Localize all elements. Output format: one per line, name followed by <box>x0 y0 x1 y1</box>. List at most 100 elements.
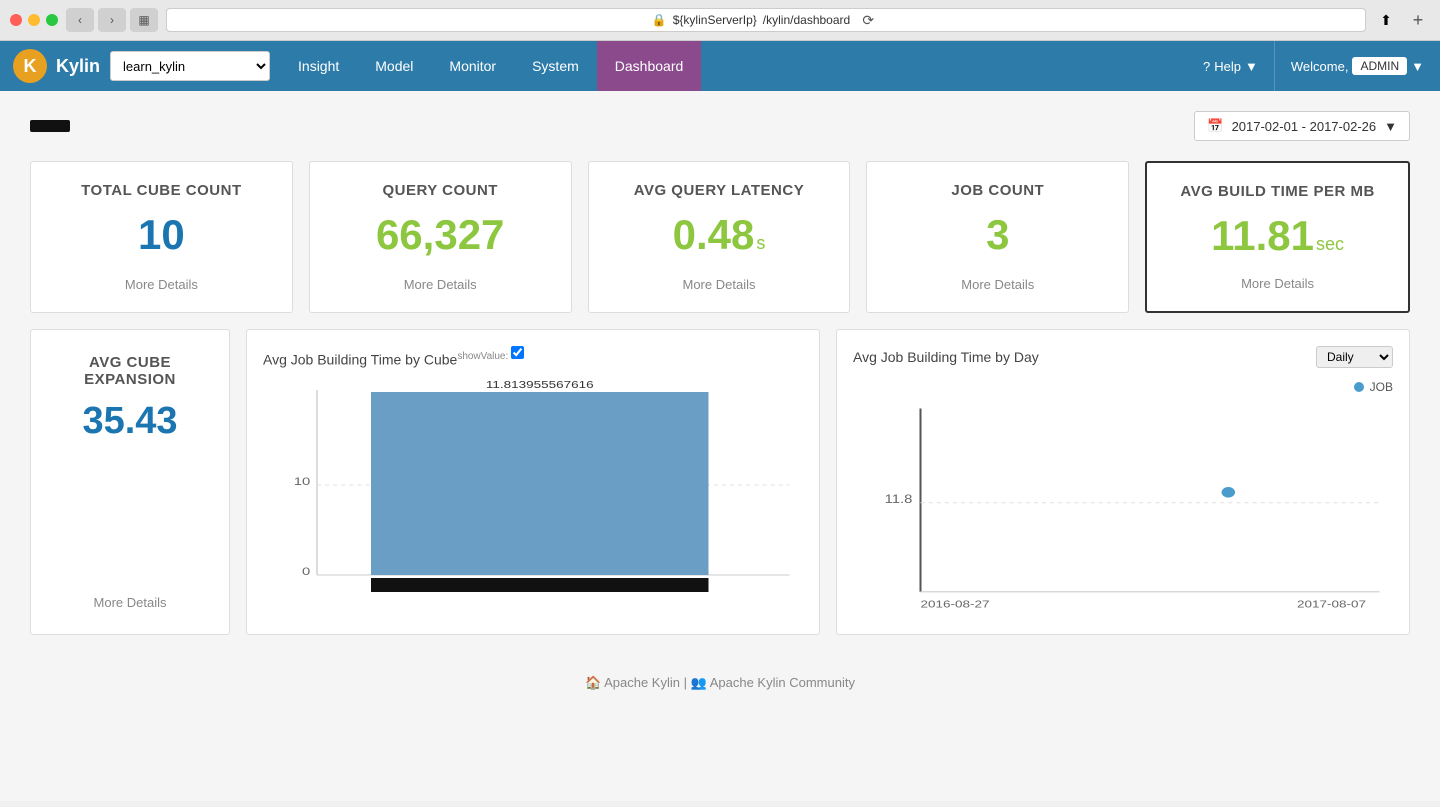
footer-link-community[interactable]: Apache Kylin Community <box>710 675 855 690</box>
nav-dashboard[interactable]: Dashboard <box>597 41 702 91</box>
charts-col: Avg Job Building Time by CubeshowValue: … <box>246 329 1410 635</box>
back-button[interactable]: ‹ <box>66 8 94 32</box>
svg-text:0: 0 <box>302 565 310 578</box>
reload-button[interactable]: ⟳ <box>856 8 880 32</box>
svg-text:2017-08-07: 2017-08-07 <box>1297 598 1366 610</box>
stat-unit-build-time: sec <box>1316 234 1344 255</box>
calendar-icon: 📅 <box>1207 118 1223 134</box>
stat-card-job-count: JOB COUNT 3 More Details <box>866 161 1129 313</box>
stat-card-query-count: QUERY COUNT 66,327 More Details <box>309 161 572 313</box>
url-bar[interactable]: 🔒 ${kylinServerIp} /kylin/dashboard ⟳ <box>166 8 1366 32</box>
url-server: ${kylinServerIp} <box>673 13 757 27</box>
data-point-job <box>1222 487 1236 497</box>
app-container: K Kylin learn_kylin Insight Model Monito… <box>0 41 1440 801</box>
stat-value-avg-expansion: 35.43 <box>82 400 177 443</box>
avg-build-value-row: 11.81 sec <box>1211 212 1344 260</box>
bar-chart-title: Avg Job Building Time by CubeshowValue: <box>263 346 524 368</box>
bar-rect <box>371 392 709 575</box>
left-col: AVG CUBE EXPANSION 35.43 More Details <box>30 329 230 635</box>
footer-icon-2: 👥 <box>691 675 707 690</box>
footer-separator: | <box>684 675 687 690</box>
window-controls <box>10 14 58 26</box>
svg-text:11.813955567616: 11.813955567616 <box>486 380 594 391</box>
forward-button[interactable]: › <box>98 8 126 32</box>
nav-links: Insight Model Monitor System Dashboard <box>280 41 701 91</box>
svg-text:K: K <box>24 56 37 76</box>
avg-latency-value-row: 0.48 s <box>673 211 766 259</box>
stat-value-total-cube: 10 <box>138 211 185 259</box>
stat-label-avg-expansion: AVG CUBE EXPANSION <box>47 354 213 388</box>
line-chart-svg: 11.8 2016-08-27 2017-08-07 <box>853 398 1393 618</box>
date-range-chevron-icon: ▼ <box>1384 119 1397 134</box>
date-range-value: 2017-02-01 - 2017-02-26 <box>1232 119 1377 134</box>
period-selector[interactable]: Daily Weekly Monthly <box>1316 346 1393 368</box>
date-range-picker[interactable]: 📅 2017-02-01 - 2017-02-26 ▼ <box>1194 111 1410 141</box>
project-selector[interactable]: learn_kylin <box>110 51 270 81</box>
help-icon: ? <box>1203 59 1210 74</box>
close-window-button[interactable] <box>10 14 22 26</box>
kylin-logo-icon: K <box>12 48 48 84</box>
svg-text:2016-08-27: 2016-08-27 <box>921 598 990 610</box>
more-details-job-count[interactable]: More Details <box>961 277 1034 292</box>
stat-label-job-count: JOB COUNT <box>951 182 1044 199</box>
stat-label-total-cube: TOTAL CUBE COUNT <box>81 182 242 199</box>
browser-nav-buttons: ‹ › ▦ <box>66 8 158 32</box>
line-chart-card: Avg Job Building Time by Day Daily Weekl… <box>836 329 1410 635</box>
top-nav: K Kylin learn_kylin Insight Model Monito… <box>0 41 1440 91</box>
bar-chart-card: Avg Job Building Time by CubeshowValue: … <box>246 329 820 635</box>
stat-value-job-count: 3 <box>986 211 1009 259</box>
stat-card-avg-build-time: AVG BUILD TIME PER MB 11.81 sec More Det… <box>1145 161 1410 313</box>
more-details-avg-build-time[interactable]: More Details <box>1241 276 1314 291</box>
nav-monitor[interactable]: Monitor <box>431 41 514 91</box>
bar-chart-container: 0 10 11.813955567616 <box>263 380 803 600</box>
page-header: 📅 2017-02-01 - 2017-02-26 ▼ <box>30 111 1410 141</box>
help-button[interactable]: ? Help ▼ <box>1187 41 1275 91</box>
stat-card-avg-latency: AVG QUERY LATENCY 0.48 s More Details <box>588 161 851 313</box>
footer-icon-1: 🏠 <box>585 675 601 690</box>
right-nav: ? Help ▼ Welcome, ADMIN ▼ <box>1187 41 1440 91</box>
line-chart-title-row: Avg Job Building Time by Day Daily Weekl… <box>853 346 1393 368</box>
second-row: AVG CUBE EXPANSION 35.43 More Details Av… <box>30 329 1410 635</box>
more-details-query-count[interactable]: More Details <box>404 277 477 292</box>
line-chart-container: 11.8 2016-08-27 2017-08-07 <box>853 398 1393 618</box>
username-label: ADMIN <box>1352 57 1407 75</box>
stat-card-avg-expansion: AVG CUBE EXPANSION 35.43 More Details <box>30 329 230 635</box>
stat-value-query-count: 66,327 <box>376 211 504 259</box>
logo-text: Kylin <box>56 56 100 77</box>
svg-text:10: 10 <box>294 475 310 488</box>
tab-overview-button[interactable]: ▦ <box>130 8 158 32</box>
stat-value-avg-latency: 0.48 <box>673 211 755 259</box>
stat-label-query-count: QUERY COUNT <box>382 182 498 199</box>
logo-area: K Kylin <box>12 48 100 84</box>
footer-link-apache-kylin[interactable]: Apache Kylin <box>604 675 680 690</box>
welcome-area: Welcome, ADMIN ▼ <box>1275 41 1440 91</box>
more-details-total-cube[interactable]: More Details <box>125 277 198 292</box>
nav-insight[interactable]: Insight <box>280 41 357 91</box>
stat-label-avg-latency: AVG QUERY LATENCY <box>634 182 804 199</box>
show-value-checkbox[interactable] <box>511 346 524 359</box>
maximize-window-button[interactable] <box>46 14 58 26</box>
share-button[interactable]: ⬆ <box>1374 8 1398 32</box>
browser-chrome: ‹ › ▦ 🔒 ${kylinServerIp} /kylin/dashboar… <box>0 0 1440 41</box>
stat-value-avg-build-time: 11.81 <box>1211 212 1314 260</box>
svg-text:11.8: 11.8 <box>885 492 913 505</box>
legend-label-job: JOB <box>1370 380 1393 394</box>
url-path: /kylin/dashboard <box>763 13 850 27</box>
stat-card-total-cube: TOTAL CUBE COUNT 10 More Details <box>30 161 293 313</box>
stats-row: TOTAL CUBE COUNT 10 More Details QUERY C… <box>30 161 1410 313</box>
more-details-avg-expansion[interactable]: More Details <box>94 595 167 610</box>
show-value-sup: showValue: <box>457 351 524 362</box>
lock-icon: 🔒 <box>652 13 667 27</box>
chart-legend: JOB <box>853 380 1393 394</box>
bar-chart-title-row: Avg Job Building Time by CubeshowValue: <box>263 346 803 368</box>
help-chevron-icon: ▼ <box>1245 59 1258 74</box>
stat-label-avg-build-time: AVG BUILD TIME PER MB <box>1180 183 1374 200</box>
footer: 🏠 Apache Kylin | 👥 Apache Kylin Communit… <box>0 655 1440 711</box>
minimize-window-button[interactable] <box>28 14 40 26</box>
more-details-avg-latency[interactable]: More Details <box>683 277 756 292</box>
add-tab-button[interactable]: + <box>1406 8 1430 32</box>
nav-model[interactable]: Model <box>357 41 431 91</box>
main-content: 📅 2017-02-01 - 2017-02-26 ▼ TOTAL CUBE C… <box>0 91 1440 655</box>
page-title-bar <box>30 120 70 132</box>
nav-system[interactable]: System <box>514 41 597 91</box>
